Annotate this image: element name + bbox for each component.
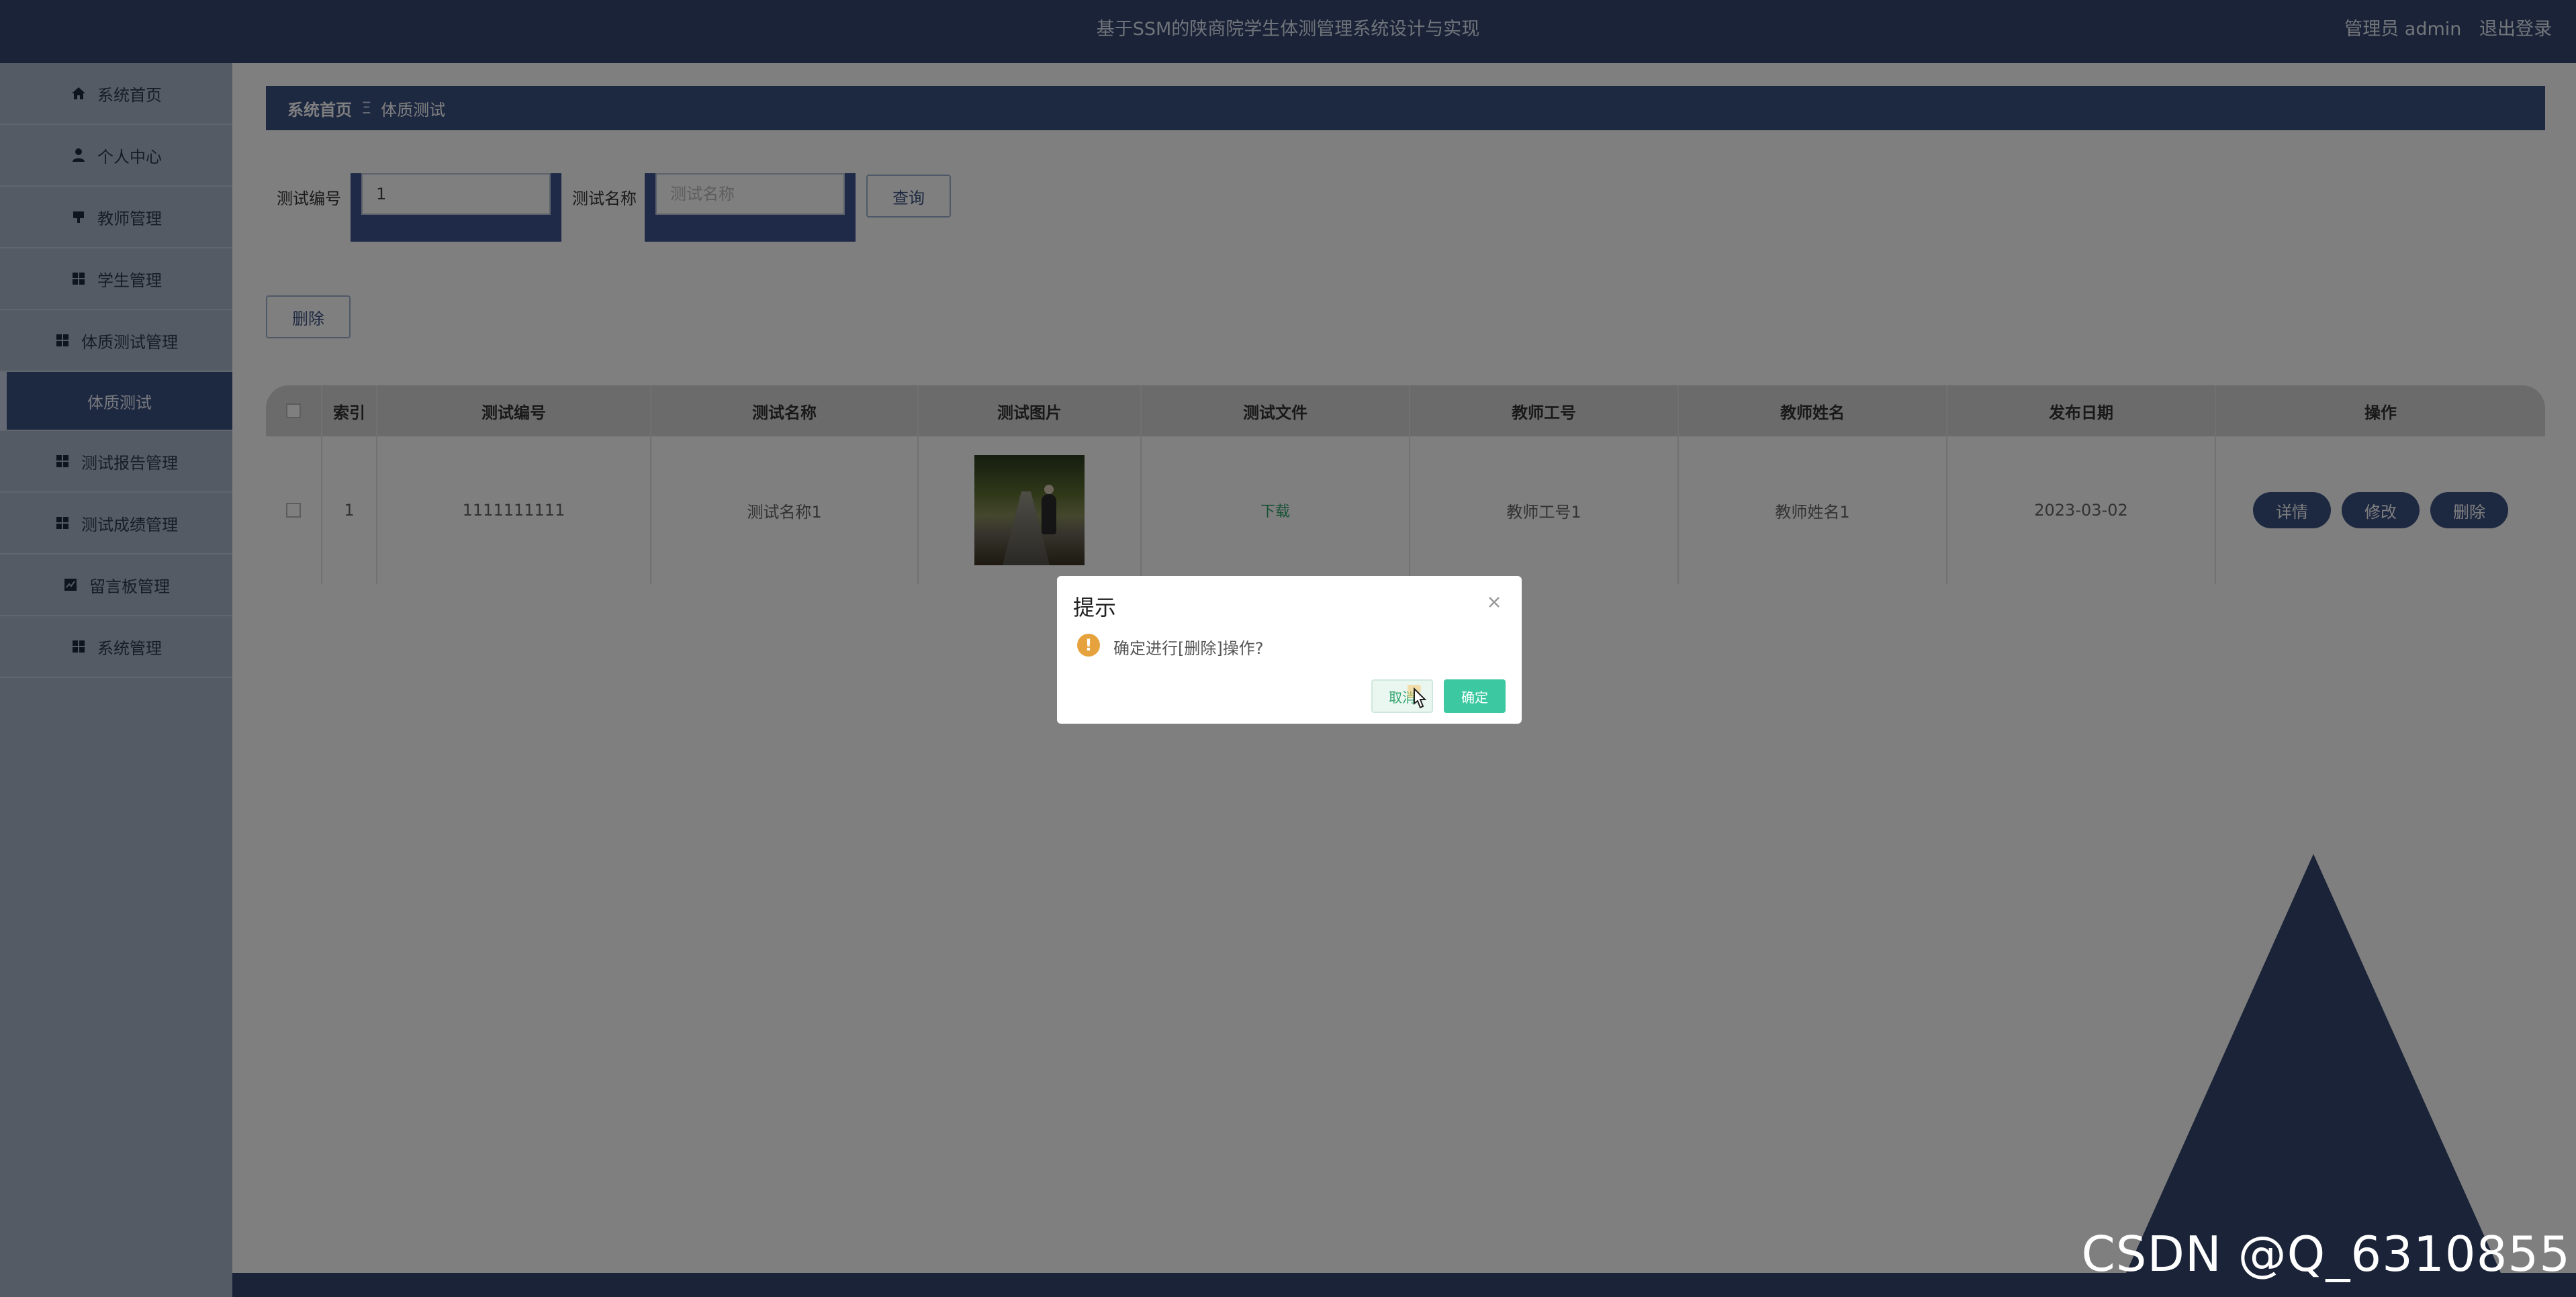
dialog-message: 确定进行[删除]操作?	[1113, 639, 1264, 658]
warning-icon: !	[1077, 634, 1100, 657]
close-icon[interactable]	[1485, 593, 1503, 611]
confirm-dialog: 提示 ! 确定进行[删除]操作? 取消 确定	[1057, 576, 1522, 724]
dialog-title: 提示	[1073, 595, 1117, 620]
confirm-button[interactable]: 确定	[1444, 679, 1506, 713]
pointer-cursor-icon	[1402, 679, 1430, 714]
watermark: CSDN @Q_6310855	[2081, 1226, 2571, 1282]
